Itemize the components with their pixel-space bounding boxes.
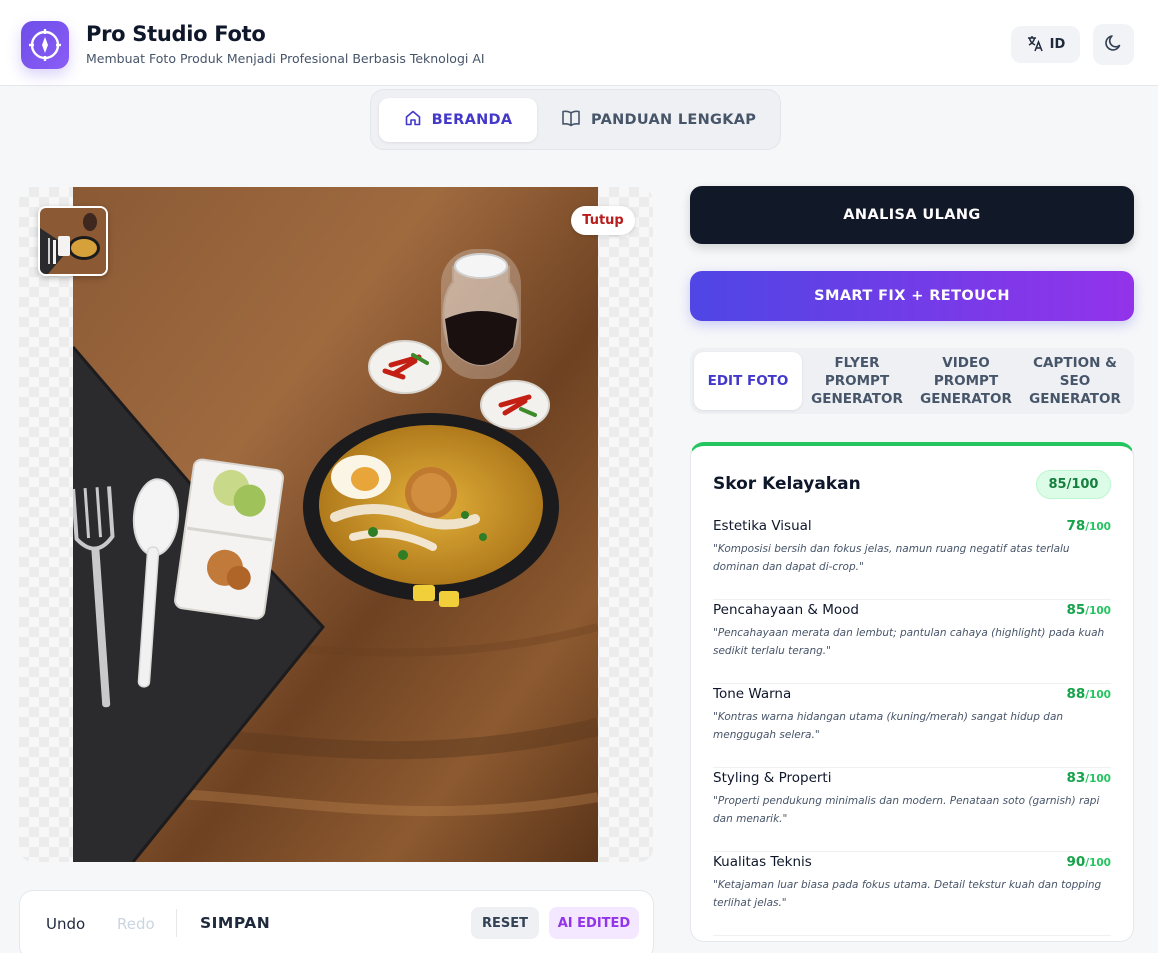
criterion-description: "Properti pendukung minimalis dan modern… — [713, 795, 1100, 825]
tab-edit-foto[interactable]: EDIT FOTO — [694, 352, 802, 410]
tab-video-prompt-generator[interactable]: VIDEO PROMPT GENERATOR — [912, 352, 1020, 410]
criterion-score: 90/100 — [1066, 854, 1111, 870]
tab-flyer-prompt-generator[interactable]: FLYER PROMPT GENERATOR — [803, 352, 911, 410]
close-button[interactable]: Tutup — [571, 206, 635, 235]
score-card: Skor Kelayakan 85/100 Estetika Visual 78… — [690, 442, 1134, 942]
moon-icon — [1104, 33, 1124, 57]
compass-icon — [21, 21, 69, 69]
smart-fix-button[interactable]: SMART FIX + RETOUCH — [690, 271, 1134, 321]
score-total-badge: 85/100 — [1036, 470, 1111, 499]
criterion-description: "Kontras warna hidangan utama (kuning/me… — [713, 711, 1064, 741]
book-icon — [561, 109, 581, 131]
toolbar-divider — [176, 909, 177, 937]
language-button[interactable]: ID — [1011, 26, 1080, 63]
criterion-name: Pencahayaan & Mood — [713, 602, 859, 618]
theme-toggle-button[interactable] — [1093, 24, 1134, 65]
reset-button[interactable]: RESET — [471, 907, 539, 939]
criterion-description: "Ketajaman luar biasa pada fokus utama. … — [713, 879, 1102, 909]
tab-beranda-label: BERANDA — [431, 112, 513, 128]
criterion-item: Pencahayaan & Mood 85/100 "Pencahayaan m… — [713, 602, 1111, 684]
main-nav: BERANDA PANDUAN LENGKAP — [370, 89, 781, 150]
criterion-description: "Pencahayaan merata dan lembut; pantulan… — [713, 627, 1105, 657]
edit-toolbar: Undo Redo SIMPAN RESET AI EDITED — [19, 890, 654, 953]
thumbnail-preview[interactable] — [38, 206, 108, 276]
criterion-name: Estetika Visual — [713, 518, 812, 534]
redo-button[interactable]: Redo — [117, 915, 155, 933]
tab-caption-seo-generator[interactable]: CAPTION & SEO GENERATOR — [1021, 352, 1129, 410]
criterion-score: 85/100 — [1066, 602, 1111, 618]
undo-button[interactable]: Undo — [46, 915, 85, 933]
language-label: ID — [1049, 37, 1066, 52]
app-header: Pro Studio Foto Membuat Foto Produk Menj… — [0, 0, 1158, 86]
app-subtitle: Membuat Foto Produk Menjadi Profesional … — [86, 51, 485, 66]
food-photo — [73, 187, 598, 862]
tool-tabs: EDIT FOTO FLYER PROMPT GENERATOR VIDEO P… — [690, 348, 1134, 414]
translate-icon — [1026, 34, 1044, 56]
criterion-name: Tone Warna — [713, 686, 792, 702]
app-title: Pro Studio Foto — [86, 22, 266, 46]
tab-panduan-label: PANDUAN LENGKAP — [591, 112, 757, 128]
tab-panduan-lengkap[interactable]: PANDUAN LENGKAP — [561, 98, 761, 142]
ai-edited-badge[interactable]: AI EDITED — [549, 907, 639, 939]
score-title: Skor Kelayakan — [713, 474, 861, 494]
criterion-item: Kualitas Teknis 90/100 "Ketajaman luar b… — [713, 854, 1111, 936]
criterion-score: 88/100 — [1066, 686, 1111, 702]
tab-beranda[interactable]: BERANDA — [379, 98, 537, 142]
image-preview-panel: Tutup — [19, 187, 653, 862]
criterion-item: Styling & Properti 83/100 "Properti pend… — [713, 770, 1111, 852]
criterion-score: 83/100 — [1066, 770, 1111, 786]
criterion-item: Tone Warna 88/100 "Kontras warna hidanga… — [713, 686, 1111, 768]
reanalyze-button[interactable]: ANALISA ULANG — [690, 186, 1134, 244]
criterion-name: Styling & Properti — [713, 770, 832, 786]
criterion-name: Kualitas Teknis — [713, 854, 812, 870]
save-button[interactable]: SIMPAN — [200, 914, 270, 932]
criterion-score: 78/100 — [1066, 518, 1111, 534]
home-icon — [404, 109, 422, 131]
criterion-item: Estetika Visual 78/100 "Komposisi bersih… — [713, 518, 1111, 600]
criterion-description: "Komposisi bersih dan fokus jelas, namun… — [713, 543, 1070, 573]
